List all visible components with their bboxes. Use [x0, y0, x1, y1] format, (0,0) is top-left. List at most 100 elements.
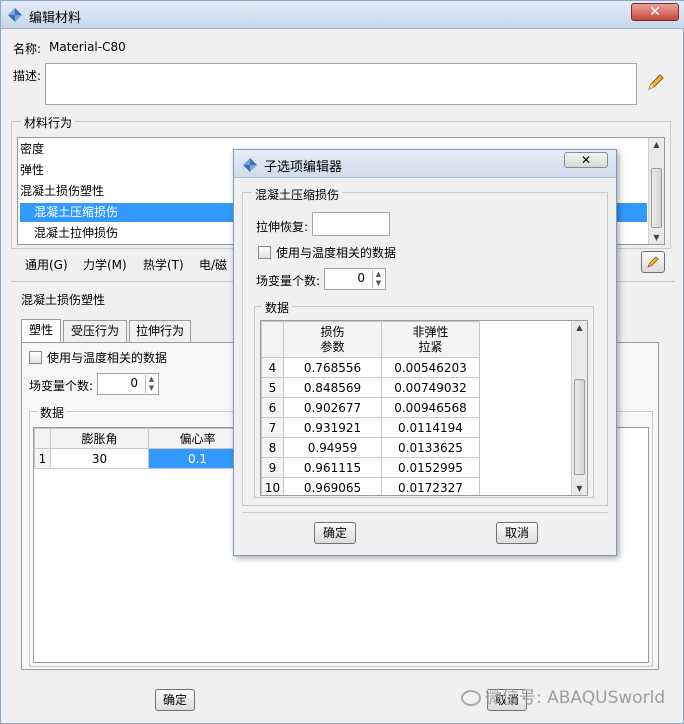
- dialog-title-bar: 子选项编辑器 ✕: [234, 150, 616, 178]
- cell-damage[interactable]: 0.848569: [283, 377, 382, 398]
- cell-dilation-angle[interactable]: 30: [50, 448, 149, 469]
- description-label: 描述:: [13, 69, 42, 83]
- wechat-icon: [461, 690, 481, 706]
- scroll-down-icon[interactable]: ▼: [649, 233, 664, 242]
- cdp-field-vars-stepper[interactable]: 0 ▲ ▼: [97, 373, 159, 395]
- cdp-temp-dependent-checkbox[interactable]: [29, 351, 42, 364]
- material-name: Material-C80: [49, 40, 126, 54]
- cell-inelastic-strain[interactable]: 0.0152995: [381, 457, 480, 478]
- scroll-up-icon[interactable]: ▲: [373, 270, 384, 279]
- cell-inelastic-strain[interactable]: 0.0172327: [381, 477, 480, 495]
- dialog-title: 子选项编辑器: [264, 160, 343, 175]
- row-number: 1: [34, 448, 51, 469]
- cdp-field-vars-value: 0: [130, 376, 138, 390]
- table-row: 10 0.969065 0.0172327: [261, 477, 480, 495]
- behaviors-scrollbar[interactable]: ▲ ▼: [648, 138, 664, 244]
- sub-temp-dependent-checkbox[interactable]: [258, 246, 271, 259]
- cell-damage[interactable]: 0.768556: [283, 357, 382, 378]
- col-inelastic-line1: 非弹性: [412, 324, 449, 339]
- menu-thermal[interactable]: 热学(T): [143, 256, 184, 273]
- row-number: 8: [261, 437, 284, 458]
- edit-material-window: 编辑材料 ✕ 名称: Material-C80 描述: 材料行为 密度 弹性 混…: [0, 0, 684, 724]
- scroll-down-icon[interactable]: ▼: [146, 384, 157, 393]
- cell-damage[interactable]: 0.961115: [283, 457, 382, 478]
- damage-table: 损伤 参数 非弹性 拉紧: [261, 321, 480, 358]
- behaviors-group-label: 材料行为: [21, 114, 76, 131]
- watermark: 微信号: ABAQUSworld: [461, 683, 665, 708]
- pencil-icon[interactable]: [645, 71, 667, 93]
- col-damage-line1: 损伤: [320, 324, 345, 339]
- cell-inelastic-strain[interactable]: 0.00946568: [381, 397, 480, 418]
- table-row: 8 0.94959 0.0133625: [261, 437, 480, 458]
- sub-field-vars-stepper[interactable]: 0 ▲ ▼: [324, 268, 386, 290]
- row-number: 10: [261, 477, 284, 495]
- col-dilation-angle: 膨胀角: [50, 428, 149, 449]
- row-number: 9: [261, 457, 284, 478]
- cell-inelastic-strain[interactable]: 0.0114194: [381, 417, 480, 438]
- damage-table-body: 4 0.768556 0.00546203 5 0.848569 0.00749032 6 0…: [261, 357, 480, 495]
- dialog-cancel-button[interactable]: 取消: [496, 522, 538, 544]
- close-icon[interactable]: ✕: [564, 152, 608, 168]
- scroll-down-icon[interactable]: ▼: [373, 279, 384, 288]
- scroll-up-icon[interactable]: ▲: [146, 375, 157, 384]
- table-row: 6 0.902677 0.00946568: [261, 397, 480, 418]
- name-label: 名称:: [13, 42, 42, 56]
- table-row: 4 0.768556 0.00546203: [261, 357, 480, 378]
- sub-field-vars-value: 0: [357, 271, 365, 285]
- recovery-label: 拉伸恢复:: [256, 220, 309, 234]
- scroll-down-icon[interactable]: ▼: [572, 484, 587, 493]
- table-row: 5 0.848569 0.00749032: [261, 377, 480, 398]
- row-number: 4: [261, 357, 284, 378]
- col-damage-line2: 参数: [320, 339, 345, 354]
- table-row: 7 0.931921 0.0114194: [261, 417, 480, 438]
- tab-compressive-behavior[interactable]: 受压行为: [63, 320, 127, 342]
- app-icon: [8, 8, 22, 22]
- row-number: 7: [261, 417, 284, 438]
- close-icon[interactable]: ✕: [631, 3, 679, 21]
- col-inelastic-strain: 非弹性 拉紧: [381, 321, 480, 358]
- scroll-thumb[interactable]: [651, 168, 662, 228]
- menu-electromagnetic[interactable]: 电/磁: [199, 256, 227, 273]
- cdp-field-vars-label: 场变量个数:: [29, 379, 94, 393]
- sub-data-label: 数据: [262, 299, 293, 316]
- title-bar: 编辑材料 ✕: [1, 1, 684, 29]
- row-number: 6: [261, 397, 284, 418]
- sub-temp-dependent-label: 使用与温度相关的数据: [276, 246, 397, 260]
- row-number: 5: [261, 377, 284, 398]
- sub-field-vars-label: 场变量个数:: [256, 274, 321, 288]
- col-eccentricity: 偏心率: [148, 428, 247, 449]
- cell-inelastic-strain[interactable]: 0.0133625: [381, 437, 480, 458]
- separator: [242, 512, 608, 513]
- col-inelastic-line2: 拉紧: [418, 339, 443, 354]
- damage-table-scrollbar[interactable]: ▲ ▼: [571, 321, 587, 495]
- app-icon: [243, 158, 257, 172]
- cell-damage[interactable]: 0.94959: [283, 437, 382, 458]
- edit-behavior-button[interactable]: [641, 251, 665, 273]
- cell-eccentricity[interactable]: 0.1: [148, 448, 247, 469]
- cdp-data-table: 膨胀角 偏心率 1 30 0.1: [34, 428, 247, 469]
- table-row: 9 0.961115 0.0152995: [261, 457, 480, 478]
- recovery-input[interactable]: [312, 212, 390, 236]
- description-field[interactable]: [45, 63, 637, 105]
- scroll-thumb[interactable]: [574, 379, 585, 475]
- cdp-temp-dependent-label: 使用与温度相关的数据: [47, 351, 168, 365]
- cell-damage[interactable]: 0.931921: [283, 417, 382, 438]
- scroll-up-icon[interactable]: ▲: [649, 140, 664, 149]
- menu-general[interactable]: 通用(G): [25, 256, 68, 273]
- dialog-ok-button[interactable]: 确定: [314, 522, 356, 544]
- window-title: 编辑材料: [29, 11, 82, 26]
- col-damage-parameter: 损伤 参数: [283, 321, 382, 358]
- tab-plasticity[interactable]: 塑性: [21, 319, 61, 343]
- pencil-icon: [647, 256, 659, 268]
- cell-inelastic-strain[interactable]: 0.00749032: [381, 377, 480, 398]
- cell-damage[interactable]: 0.969065: [283, 477, 382, 495]
- compressive-damage-label: 混凝土压缩损伤: [252, 186, 343, 203]
- scroll-up-icon[interactable]: ▲: [572, 323, 587, 332]
- cell-inelastic-strain[interactable]: 0.00546203: [381, 357, 480, 378]
- tab-tensile-behavior[interactable]: 拉伸行为: [129, 320, 191, 342]
- ok-button[interactable]: 确定: [155, 689, 195, 711]
- cell-damage[interactable]: 0.902677: [283, 397, 382, 418]
- table-row: 1 30 0.1: [34, 448, 247, 469]
- menu-mechanical[interactable]: 力学(M): [83, 256, 127, 273]
- sub-data-table-area: 损伤 参数 非弹性 拉紧 4 0.768556 0.00546203 5 0.84856…: [260, 320, 588, 496]
